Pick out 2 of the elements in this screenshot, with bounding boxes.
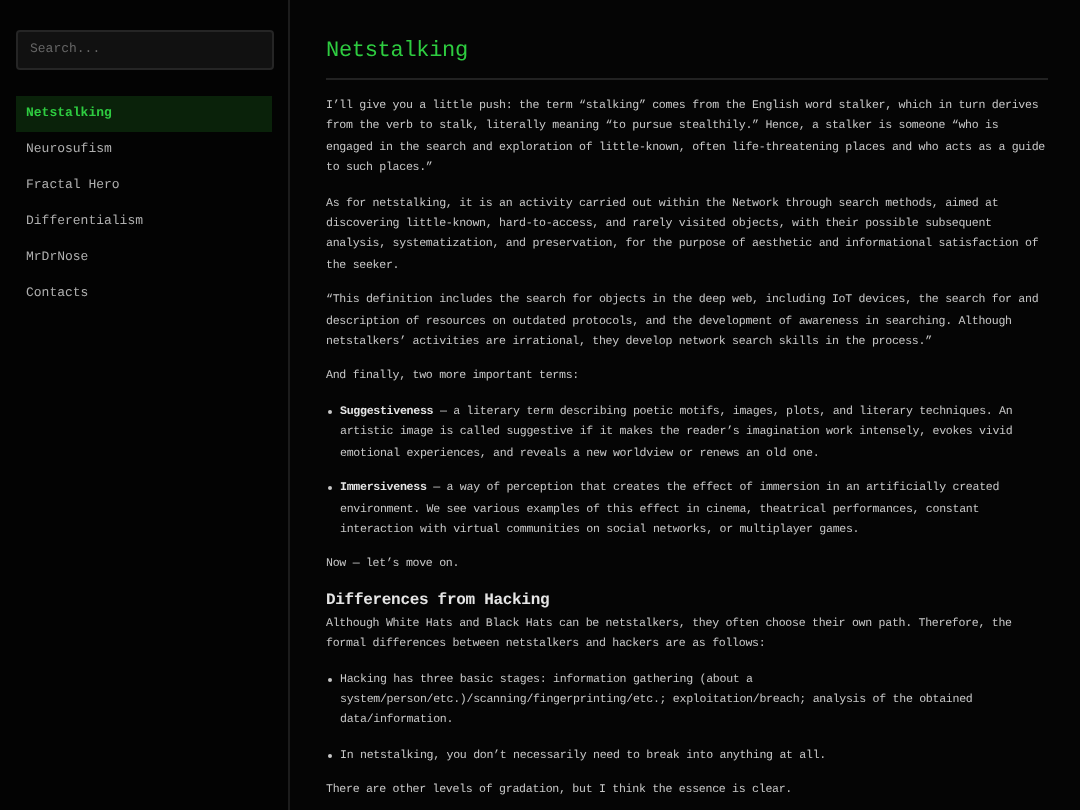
page-title: Netstalking <box>326 38 470 68</box>
section-heading: Differences from Hacking <box>326 589 552 614</box>
